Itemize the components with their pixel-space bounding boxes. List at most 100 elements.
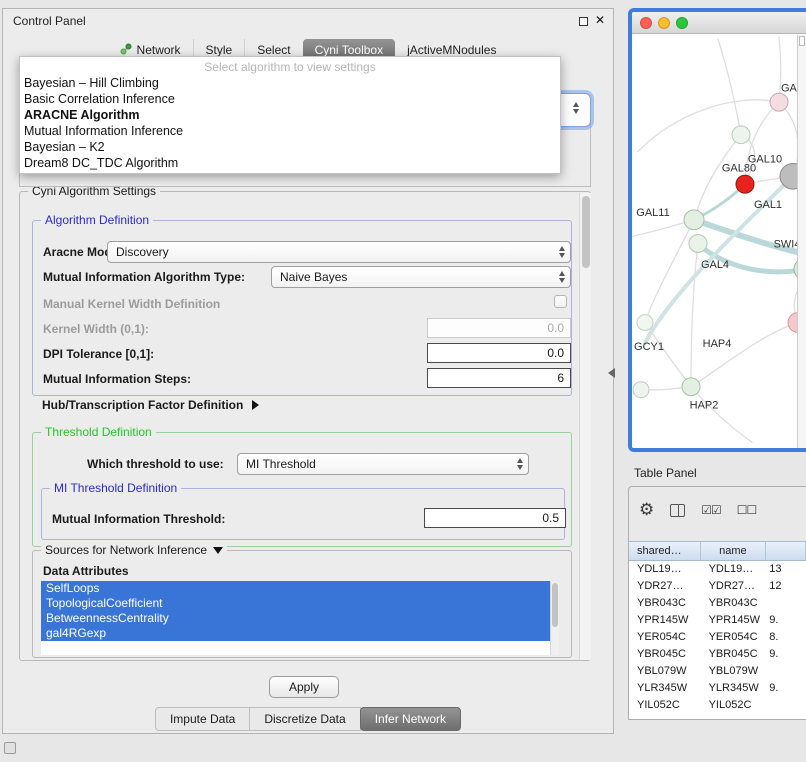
table-row[interactable]: YBR045CYBR045C9. <box>629 646 806 663</box>
table-cell: YPR145W <box>629 612 701 629</box>
network-node[interactable] <box>689 235 707 253</box>
table-row[interactable]: YIL052CYIL052C <box>629 697 806 714</box>
mi-steps-field[interactable]: 6 <box>427 368 571 388</box>
mi-threshold-legend: MI Threshold Definition <box>50 481 181 495</box>
table-row[interactable]: YBR043CYBR043C <box>629 595 806 612</box>
network-scrollbar[interactable] <box>797 35 806 448</box>
combo-stepper-icon <box>573 102 579 114</box>
network-node[interactable] <box>732 126 750 144</box>
column-manager-icon[interactable] <box>670 504 685 517</box>
kernel-width-label: Kernel Width (0,1): <box>43 322 149 336</box>
aracne-mode-select[interactable]: Discovery <box>107 241 571 263</box>
table-cell: 8. <box>766 629 806 646</box>
threshold-definition-legend: Threshold Definition <box>41 425 156 439</box>
table-row[interactable]: YDL19…YDL19…13 <box>629 561 806 578</box>
table-cell: YDL19… <box>629 561 701 578</box>
close-traffic-light-icon[interactable] <box>640 17 652 29</box>
which-threshold-select[interactable]: MI Threshold <box>237 453 529 475</box>
column-header-2[interactable] <box>766 542 806 560</box>
attribute-list-scrollbar-thumb[interactable] <box>552 583 558 627</box>
settings-scrollbar-thumb[interactable] <box>582 196 590 268</box>
network-node[interactable] <box>684 210 704 230</box>
split-pane-collapse-icon[interactable] <box>608 368 615 378</box>
network-node[interactable] <box>637 315 653 331</box>
algorithm-option-mutual-information-inference[interactable]: Mutual Information Inference <box>20 123 560 139</box>
tab-label: jActiveMNodules <box>407 43 496 57</box>
mi-threshold-label: Mutual Information Threshold: <box>52 512 225 526</box>
which-threshold-label: Which threshold to use: <box>87 457 224 471</box>
algorithm-option-aracne-algorithm[interactable]: ARACNE Algorithm <box>20 107 560 123</box>
sources-legend[interactable]: Sources for Network Inference <box>41 543 227 557</box>
zoom-traffic-light-icon[interactable] <box>676 17 688 29</box>
network-node[interactable] <box>682 378 700 396</box>
table-cell: YER054C <box>629 629 701 646</box>
mi-threshold-group: MI Threshold Definition Mutual Informati… <box>41 488 565 540</box>
kernel-width-field[interactable]: 0.0 <box>427 318 571 338</box>
attribute-item-selfloops[interactable]: SelfLoops <box>41 581 550 596</box>
network-canvas[interactable]: GALGAL80GAL10GAL11GAL1SWI4GAL4GCY1HAP4HA… <box>632 35 806 448</box>
apply-button[interactable]: Apply <box>269 676 339 698</box>
dropdown-items: Bayesian – Hill ClimbingBasic Correlatio… <box>20 75 560 171</box>
bottom-tab-infer-network[interactable]: Infer Network <box>360 707 461 731</box>
select-all-icon[interactable]: ☑☑ <box>701 503 721 517</box>
network-edge <box>694 323 798 385</box>
hub-section-toggle[interactable]: Hub/Transcription Factor Definition <box>42 398 259 412</box>
float-window-icon[interactable] <box>579 17 588 26</box>
algorithm-option-bayesian-hill-climbing[interactable]: Bayesian – Hill Climbing <box>20 75 560 91</box>
network-edge <box>691 387 752 442</box>
bottom-tab-discretize-data[interactable]: Discretize Data <box>249 707 360 731</box>
mi-threshold-field[interactable]: 0.5 <box>424 508 566 528</box>
table-cell: YDL19… <box>701 561 767 578</box>
panel-grip-icon[interactable] <box>4 742 16 754</box>
table-cell: 9. <box>766 680 806 697</box>
table-cell: 9. <box>766 612 806 629</box>
table-cell: YIL052C <box>701 697 767 714</box>
hub-section-label: Hub/Transcription Factor Definition <box>42 398 243 412</box>
attribute-list-scrollbar[interactable] <box>550 581 559 655</box>
gear-icon[interactable]: ⚙ <box>639 501 654 519</box>
column-header-1[interactable]: name <box>701 542 767 560</box>
settings-scrollbar[interactable] <box>579 193 591 660</box>
window-title: Control Panel <box>13 14 86 28</box>
node-label-hap2: HAP2 <box>690 400 719 412</box>
data-attributes-list: SelfLoopsTopologicalCoefficientBetweenne… <box>41 581 559 655</box>
attribute-item-betweennesscentrality[interactable]: BetweennessCentrality <box>41 611 550 626</box>
tab-label: Network <box>137 43 181 57</box>
tab-label: Style <box>206 43 233 57</box>
bottom-tab-impute-data[interactable]: Impute Data <box>155 707 250 731</box>
table-cell: YPR145W <box>701 612 767 629</box>
table-cell: YDR27… <box>701 578 767 595</box>
mi-type-label: Mutual Information Algorithm Type: <box>43 270 245 284</box>
dpi-tolerance-field[interactable]: 0.0 <box>427 343 571 363</box>
mi-type-select[interactable]: Naive Bayes <box>271 266 571 288</box>
network-scrollbar-thumb[interactable] <box>799 36 805 46</box>
network-node[interactable] <box>736 175 754 193</box>
attribute-item-gal4rgexp[interactable]: gal4RGexp <box>41 626 550 641</box>
deselect-all-icon[interactable]: ☐☐ <box>737 503 757 517</box>
table-row[interactable]: YDR27…YDR27…12 <box>629 578 806 595</box>
attribute-item-topologicalcoefficient[interactable]: TopologicalCoefficient <box>41 596 550 611</box>
table-body: YDL19…YDL19…13YDR27…YDR27…12YBR043CYBR04… <box>629 561 806 719</box>
table-row[interactable]: YPR145WYPR145W9. <box>629 612 806 629</box>
desktop: Control Panel ✕ NetworkStyleSelectCyni T… <box>0 0 806 762</box>
column-header-0[interactable]: shared… <box>629 542 701 560</box>
table-row[interactable]: YLR345WYLR345W9. <box>629 680 806 697</box>
network-node[interactable] <box>633 382 649 398</box>
control-panel-titlebar: Control Panel ✕ <box>3 9 613 33</box>
table-cell <box>766 697 806 714</box>
network-node[interactable] <box>770 93 788 111</box>
table-cell: YBR043C <box>701 595 767 612</box>
algorithm-option-bayesian-k2[interactable]: Bayesian – K2 <box>20 139 560 155</box>
manual-kernel-width-checkbox[interactable] <box>554 295 567 308</box>
table-toolbar: ⚙ ☑☑ ☐☐ <box>639 501 756 519</box>
node-label-gcy1: GCY1 <box>634 341 664 353</box>
table-row[interactable]: YBL079WYBL079W <box>629 663 806 680</box>
threshold-definition-group: Threshold Definition Which threshold to … <box>32 432 572 547</box>
algorithm-option-dream8-dc-tdc-algorithm[interactable]: Dream8 DC_TDC Algorithm <box>20 155 560 171</box>
control-panel-window: Control Panel ✕ NetworkStyleSelectCyni T… <box>2 8 614 734</box>
table-panel-window: ⚙ ☑☑ ☐☐ shared…name YDL19…YDL19…13YDR27…… <box>628 486 806 720</box>
algorithm-option-basic-correlation-inference[interactable]: Basic Correlation Inference <box>20 91 560 107</box>
close-icon[interactable]: ✕ <box>595 13 605 27</box>
table-row[interactable]: YER054CYER054C8. <box>629 629 806 646</box>
minimize-traffic-light-icon[interactable] <box>658 17 670 29</box>
